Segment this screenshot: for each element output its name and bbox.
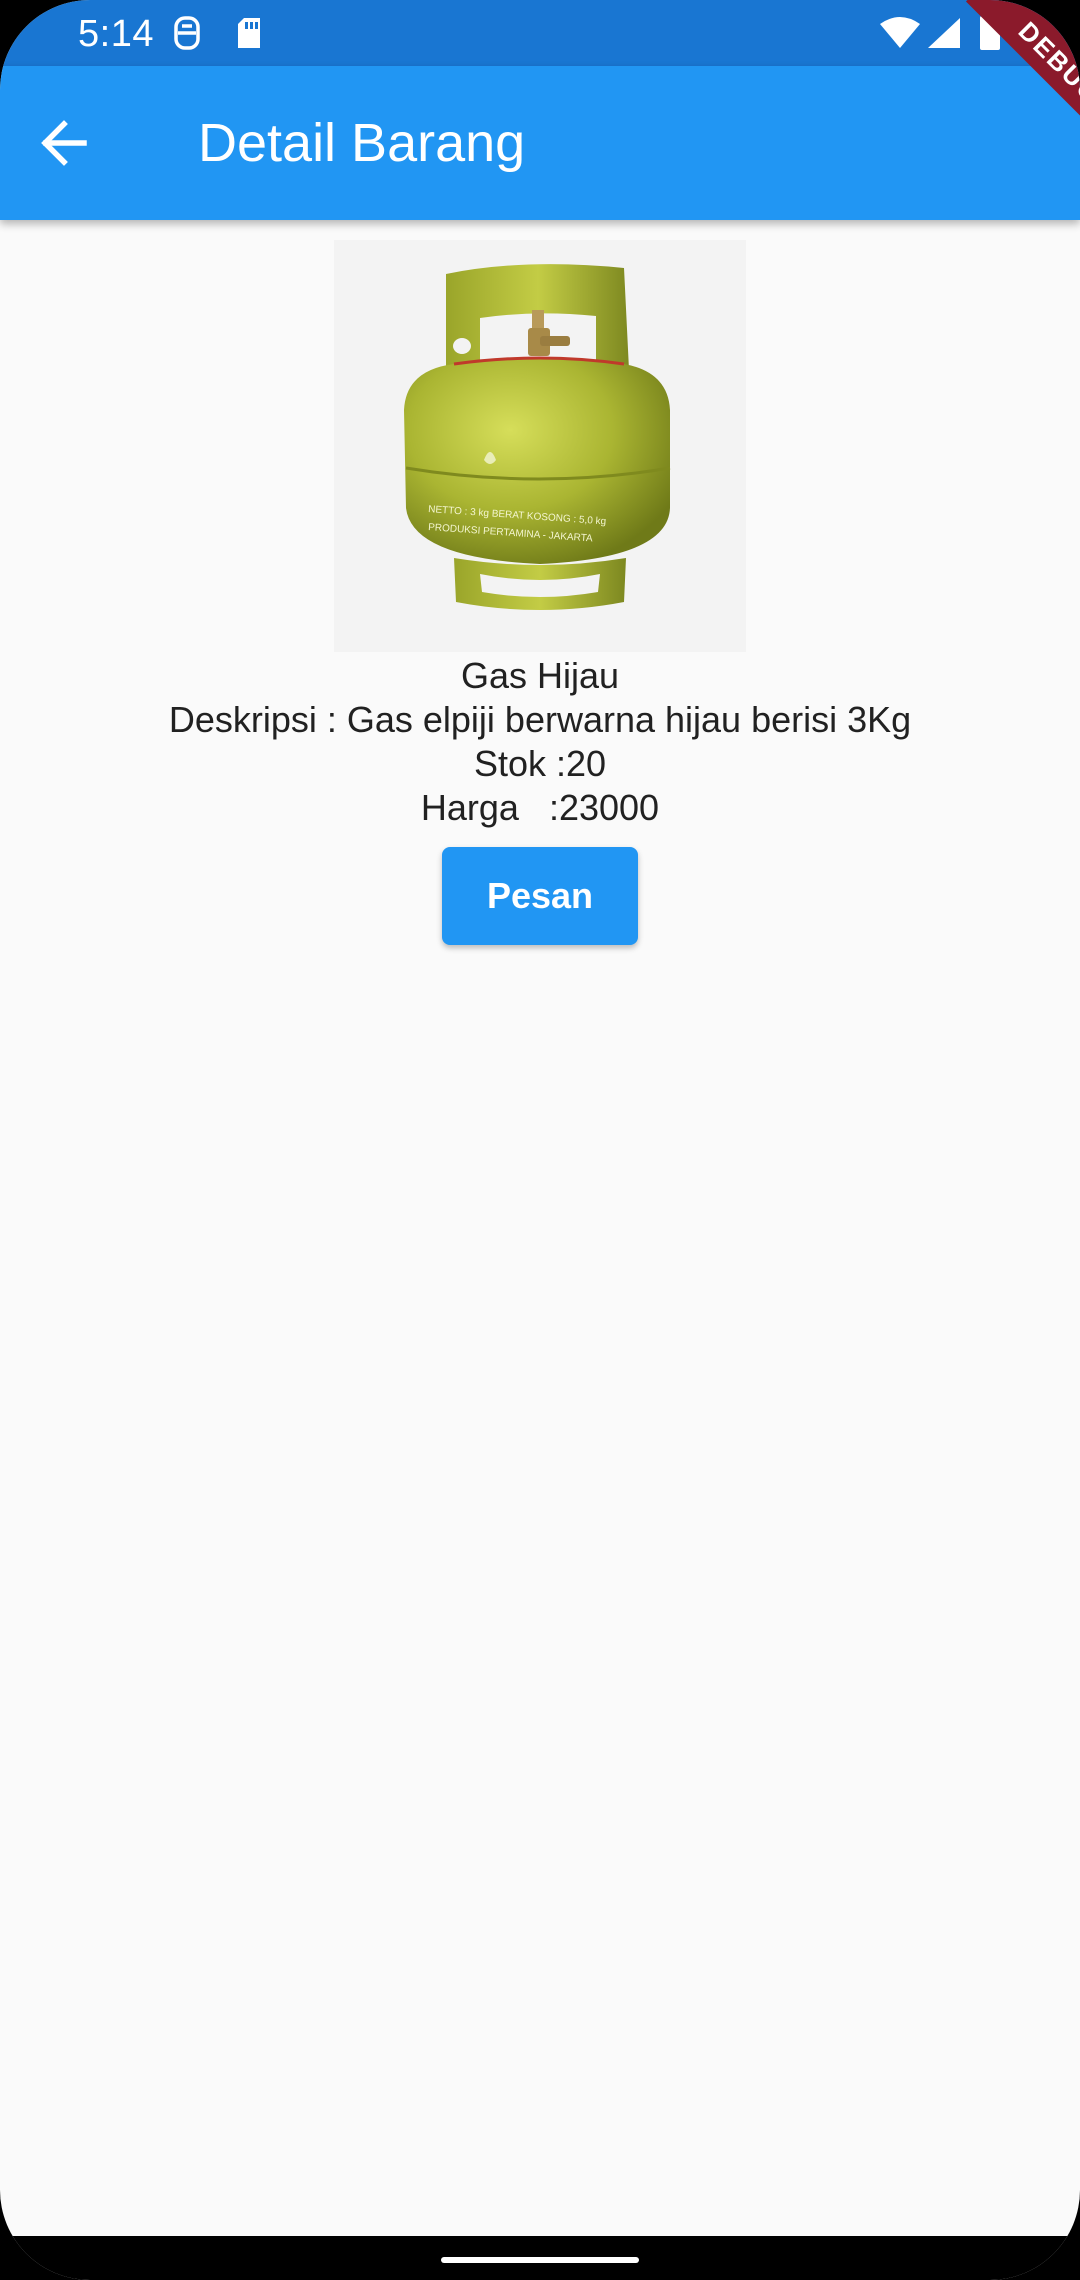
product-price: Harga :23000 (420, 787, 660, 828)
order-button[interactable]: Pesan (442, 847, 638, 945)
arrow-back-icon (41, 120, 87, 166)
status-time: 5:14 (78, 13, 154, 55)
vpn-icon (172, 14, 202, 52)
product-description: Deskripsi : Gas elpiji berwarna hijau be… (168, 699, 912, 740)
app-bar: Detail Barang (0, 66, 1080, 220)
wifi-icon (878, 16, 922, 54)
signal-icon (926, 16, 962, 54)
product-name: Gas Hijau (460, 655, 620, 696)
sd-card-icon (234, 14, 264, 52)
product-stock: Stok :20 (473, 743, 607, 784)
home-handle[interactable] (441, 2257, 639, 2263)
page-title: Detail Barang (198, 113, 526, 173)
navigation-bar (0, 2236, 1080, 2280)
gas-cylinder-image: NETTO : 3 kg BERAT KOSONG : 5,0 kg PRODU… (404, 264, 671, 610)
screen: 5:14 Detail Barang DEBUG NETTO: 3 kg BE… (0, 0, 1080, 2280)
status-bar: 5:14 (0, 0, 1080, 66)
back-button[interactable] (32, 111, 96, 175)
battery-icon (978, 12, 1002, 50)
product-image: NETTO : 3 kg BERAT KOSONG : 5,0 kg PRODU… (334, 240, 746, 652)
